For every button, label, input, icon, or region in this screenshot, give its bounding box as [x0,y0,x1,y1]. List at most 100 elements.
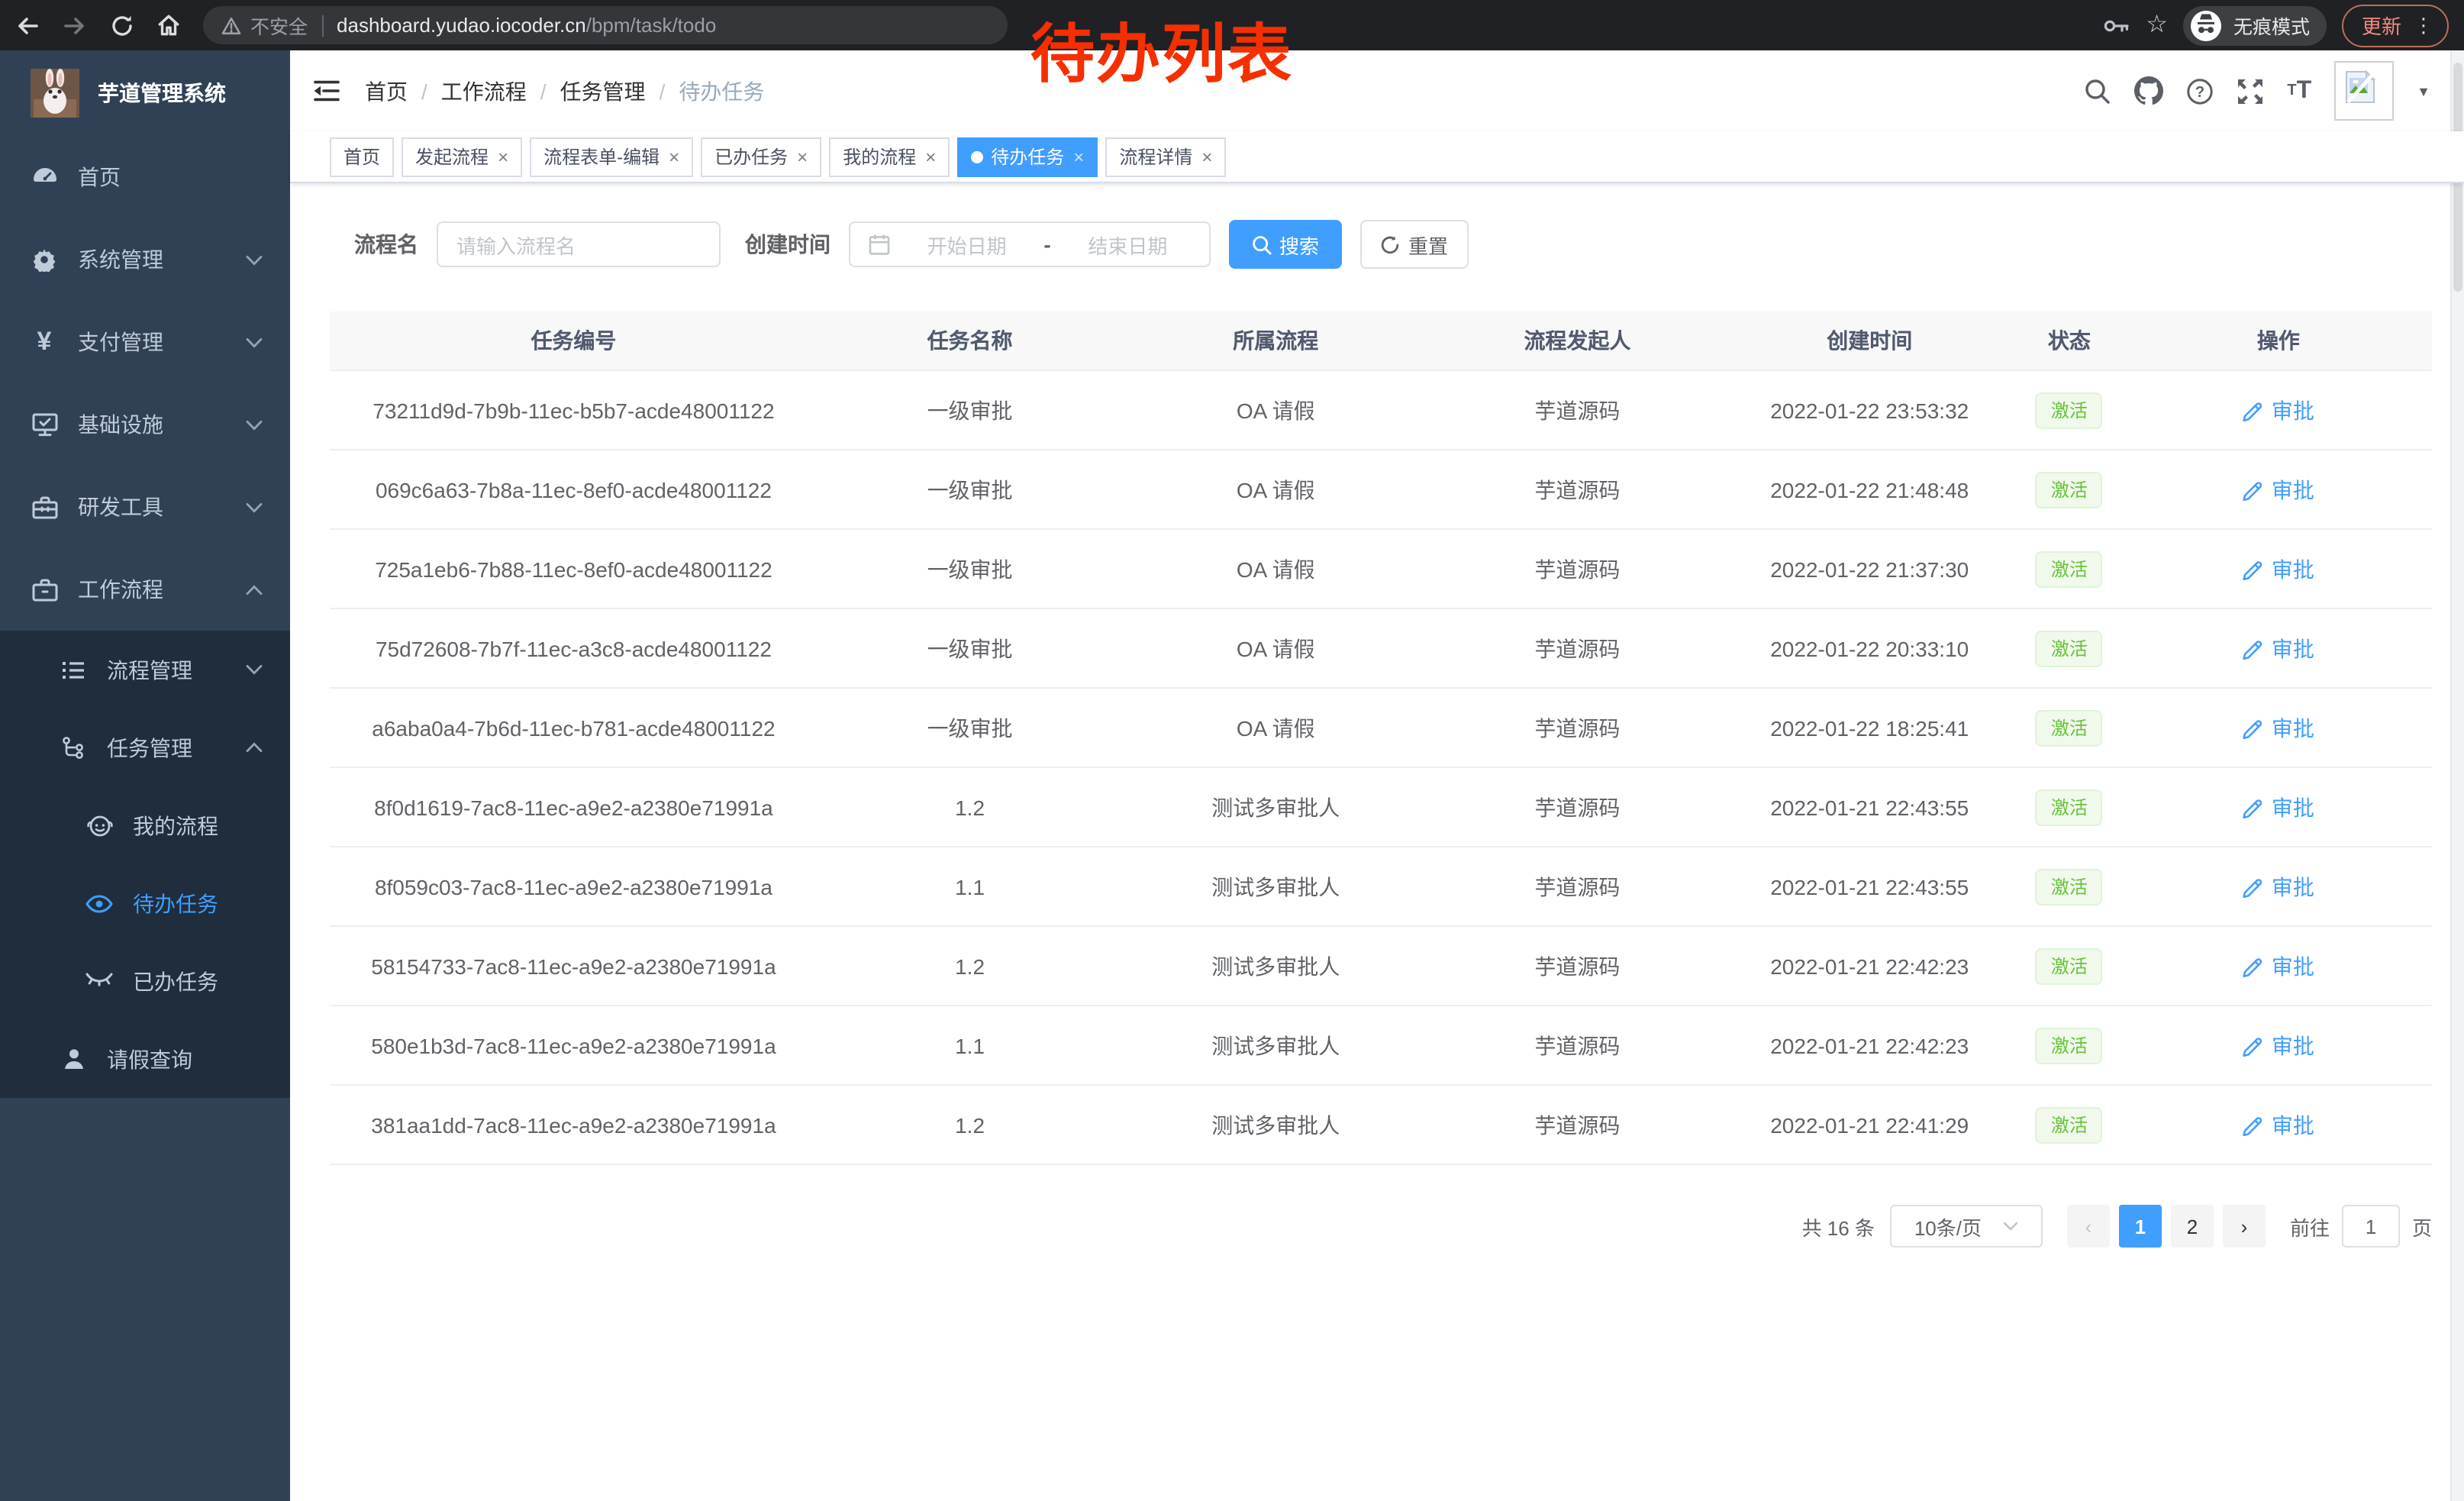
tab-我的流程[interactable]: 我的流程 × [829,137,950,176]
sidebar-item-my-process[interactable]: 我的流程 [0,786,290,864]
page-size-value: 10条/页 [1914,1212,1982,1241]
cell-task-name: 1.2 [818,767,1122,847]
security-label[interactable]: 不安全 [250,11,308,40]
table-row: 8f059c03-7ac8-11ec-a9e2-a2380e71991a1.1测… [330,847,2432,926]
approve-label: 审批 [2272,395,2314,425]
approve-link[interactable]: 审批 [2243,1030,2314,1060]
chevron-down-icon [246,502,263,512]
sidebar-item-infra[interactable]: 基础设施 [0,383,290,466]
home-icon[interactable] [145,2,192,49]
sidebar-item-done-tasks[interactable]: 已办任务 [0,942,290,1020]
update-button[interactable]: 更新 ⋮ [2342,4,2449,47]
approve-link[interactable]: 审批 [2243,633,2314,663]
breadcrumb-workflow[interactable]: 工作流程 [441,76,527,106]
github-icon[interactable] [2134,76,2163,105]
approve-link[interactable]: 审批 [2243,792,2314,822]
kebab-menu-icon[interactable]: ⋮ [2414,13,2433,37]
cell-task-name: 一级审批 [818,529,1122,608]
sidebar-item-label: 基础设施 [78,409,246,440]
page-button-1[interactable]: 1 [2119,1205,2162,1248]
sidebar-item-process-mgmt[interactable]: 流程管理 [0,631,290,709]
cell-task-name: 1.2 [818,1085,1122,1164]
date-range-picker[interactable]: 开始日期 - 结束日期 [849,221,1211,267]
scrollbar-track[interactable] [2450,50,2464,1501]
cell-actions: 审批 [2125,529,2432,608]
approve-link[interactable]: 审批 [2243,474,2314,505]
bookmark-star-icon[interactable]: ☆ [2146,13,2168,37]
update-label[interactable]: 更新 [2362,11,2401,40]
page-size-select[interactable]: 10条/页 [1890,1205,2043,1248]
breadcrumb-current: 待办任务 [679,76,764,106]
next-page-button[interactable]: › [2223,1205,2266,1248]
sidebar-item-system[interactable]: 系统管理 [0,218,290,301]
chevron-down-icon [2003,1222,2018,1231]
reload-icon[interactable] [98,2,145,49]
cell-actions: 审批 [2125,608,2432,688]
approve-link[interactable]: 审批 [2243,1109,2314,1140]
sidebar-item-workflow[interactable]: 工作流程 [0,548,290,631]
breadcrumb-separator: / [660,79,666,103]
start-date-placeholder: 开始日期 [904,230,1030,259]
cell-task-id: 381aa1dd-7ac8-11ec-a9e2-a2380e71991a [330,1085,818,1164]
help-icon[interactable]: ? [2186,77,2214,105]
sidebar-logo[interactable]: 芋道管理系统 [0,50,290,136]
goto-page-input[interactable]: 1 [2342,1205,2400,1248]
tab-close-icon[interactable]: × [925,147,936,166]
tab-首页[interactable]: 首页 [330,137,394,176]
approve-link[interactable]: 审批 [2243,712,2314,743]
status-badge: 激活 [2036,471,2103,508]
fullscreen-icon[interactable] [2237,77,2264,105]
tab-发起流程[interactable]: 发起流程× [402,137,522,176]
warning-icon[interactable] [221,16,241,34]
approve-link[interactable]: 审批 [2243,951,2314,981]
list-icon [60,659,87,680]
tab-close-icon[interactable]: × [669,147,679,166]
tab-label: 首页 [343,144,380,169]
col-task-id: 任务编号 [330,311,818,370]
tab-close-icon[interactable]: × [797,147,808,166]
cell-process: OA 请假 [1122,370,1429,450]
sidebar-toggle-icon[interactable] [313,79,340,102]
cell-process: OA 请假 [1122,450,1429,529]
tab-label: 我的流程 [843,144,916,169]
sidebar-item-todo-tasks[interactable]: 待办任务 [0,864,290,942]
breadcrumb-home[interactable]: 首页 [365,76,408,106]
process-name-input[interactable]: 请输入流程名 [437,221,721,267]
approve-link[interactable]: 审批 [2243,871,2314,902]
chevron-down-icon[interactable]: ▼ [2417,83,2430,98]
tab-已办任务[interactable]: 已办任务× [701,137,821,176]
cell-process: OA 请假 [1122,608,1429,688]
tab-close-icon[interactable]: × [1201,147,1212,166]
address-bar[interactable]: 不安全 dashboard.yudao.iocoder.cn/bpm/task/… [203,6,1008,44]
cell-created: 2022-01-21 22:43:55 [1726,767,2014,847]
search-icon[interactable] [2084,77,2111,105]
cell-process: 测试多审批人 [1122,1006,1429,1085]
sidebar-item-home[interactable]: 首页 [0,136,290,218]
face-icon [85,815,113,836]
breadcrumb-task-mgmt[interactable]: 任务管理 [560,76,646,106]
sidebar-menu: 首页 系统管理 ¥ 支付管理 [0,136,290,1098]
top-navbar: 首页 / 工作流程 / 任务管理 / 待办任务 ? [290,50,2464,131]
tab-流程表单-编辑[interactable]: 流程表单-编辑× [530,137,693,176]
sidebar-item-devtools[interactable]: 研发工具 [0,466,290,548]
tab-流程详情[interactable]: 流程详情× [1105,137,1226,176]
toolbox-icon [31,495,58,518]
prev-page-button[interactable]: ‹ [2067,1205,2110,1248]
search-button[interactable]: 搜索 [1229,220,1342,269]
tab-close-icon[interactable]: × [498,147,508,166]
sidebar-item-task-mgmt[interactable]: 任务管理 [0,709,290,786]
tab-close-icon[interactable]: × [1073,147,1084,166]
forward-icon[interactable] [50,2,98,49]
reset-button[interactable]: 重置 [1360,220,1469,269]
sidebar-item-leave-query[interactable]: 请假查询 [0,1020,290,1098]
approve-link[interactable]: 审批 [2243,554,2314,584]
approve-link[interactable]: 审批 [2243,395,2314,425]
avatar[interactable] [2334,61,2394,121]
tab-待办任务[interactable]: 待办任务× [957,137,1098,176]
approve-label: 审批 [2272,871,2314,902]
font-size-icon[interactable]: TT [2287,77,2311,105]
back-icon[interactable] [3,2,50,49]
page-button-2[interactable]: 2 [2171,1205,2214,1248]
sidebar-item-payment[interactable]: ¥ 支付管理 [0,301,290,383]
key-icon[interactable] [2101,15,2130,36]
